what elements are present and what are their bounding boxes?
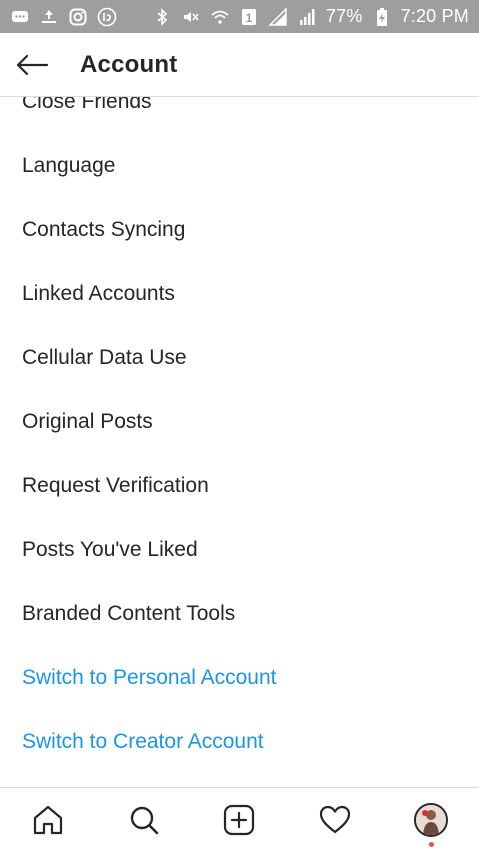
home-icon	[33, 805, 62, 834]
nav-profile-button[interactable]	[401, 790, 461, 850]
battery-charging-icon	[372, 7, 392, 27]
signal-icon	[268, 6, 288, 27]
settings-list-content: Close Friends Language Contacts Syncing …	[0, 97, 479, 774]
status-bar-left	[10, 7, 117, 27]
bluetooth-icon	[152, 7, 172, 27]
menu-item-request-verification[interactable]: Request Verification	[0, 454, 479, 518]
switch-creator-account-link[interactable]: Switch to Creator Account	[0, 710, 479, 774]
profile-avatar	[414, 802, 449, 837]
search-icon	[130, 806, 158, 834]
nav-new-post-button[interactable]	[209, 790, 269, 850]
new-post-icon	[224, 804, 255, 835]
signal-icon	[297, 7, 317, 27]
battery-percent: 77%	[325, 6, 363, 26]
nav-home-button[interactable]	[18, 790, 78, 850]
menu-item-linked-accounts[interactable]: Linked Accounts	[0, 262, 479, 326]
nav-search-button[interactable]	[114, 790, 174, 850]
sim-icon: 1	[239, 7, 259, 27]
header-bar: Account	[0, 33, 479, 97]
avatar-image	[416, 804, 447, 835]
menu-item-posts-liked[interactable]: Posts You've Liked	[0, 518, 479, 582]
activity-heart-icon	[320, 805, 351, 833]
menu-item-language[interactable]: Language	[0, 134, 479, 198]
sim-slot-label: 1	[246, 11, 253, 25]
status-bar-right: 1 77% 7:20 PM	[152, 6, 469, 27]
bottom-nav	[0, 787, 479, 851]
page-title: Account	[80, 50, 178, 78]
menu-item-cellular-data-use[interactable]: Cellular Data Use	[0, 326, 479, 390]
wifi-icon	[210, 7, 230, 27]
notification-dot	[429, 841, 435, 847]
menu-item-contacts-syncing[interactable]: Contacts Syncing	[0, 198, 479, 262]
menu-item-original-posts[interactable]: Original Posts	[0, 390, 479, 454]
message-icon	[10, 7, 30, 27]
settings-list[interactable]: Close Friends Language Contacts Syncing …	[0, 97, 479, 787]
sync-icon	[39, 7, 59, 27]
nav-activity-button[interactable]	[305, 790, 365, 850]
status-bar: 1 77% 7:20 PM	[0, 0, 479, 33]
back-button[interactable]	[0, 33, 64, 97]
mute-icon	[181, 7, 201, 27]
app-badge-icon	[97, 7, 117, 27]
switch-personal-account-link[interactable]: Switch to Personal Account	[0, 646, 479, 710]
clock-time: 7:20 PM	[400, 6, 469, 26]
menu-item-branded-content-tools[interactable]: Branded Content Tools	[0, 582, 479, 646]
instagram-icon	[68, 7, 88, 27]
arrow-left-icon	[16, 54, 49, 75]
menu-item-close-friends[interactable]: Close Friends	[0, 97, 479, 134]
